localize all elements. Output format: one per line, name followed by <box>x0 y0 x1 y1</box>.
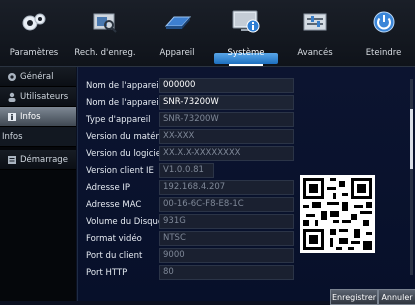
hard-drive-icon <box>162 0 192 44</box>
sidebar-subitem-infos[interactable]: Infos <box>0 127 76 147</box>
tab-eteindre[interactable]: Eteindre <box>352 0 415 66</box>
user-icon <box>4 92 20 102</box>
info-label: Version du logiciel <box>86 148 164 159</box>
device-number-field[interactable]: 000000 <box>159 78 294 93</box>
info-label: Nom de l'appareil <box>86 97 162 108</box>
video-format-value: NTSC <box>159 231 294 246</box>
video-search-icon <box>91 0 119 44</box>
info-row: Version client IE V1.0.0.81 <box>86 163 214 178</box>
info-label: Volume du Disque <box>86 216 164 227</box>
sidebar-item-demarrage[interactable]: Démarrage <box>0 150 76 170</box>
info-row: Adresse IP 192.168.4.207 <box>86 180 294 195</box>
active-tab-underline <box>229 64 263 66</box>
qr-code <box>300 175 375 253</box>
client-port-value: 9000 <box>159 248 294 263</box>
info-row: Version du matériel XX-XXX <box>86 129 294 144</box>
info-row: Type d'appareil SNR-73200W <box>86 112 294 127</box>
info-row: Nom de l'appareil 000000 <box>86 78 294 93</box>
sidebar-item-utilisateurs[interactable]: Utilisateurs <box>0 87 76 107</box>
tab-label: Eteindre <box>365 48 402 58</box>
tab-label: Appareil <box>159 48 195 58</box>
software-version-value: XX.X.X-XXXXXXXX <box>159 146 294 161</box>
hardware-version-value: XX-XXX <box>159 129 294 144</box>
mac-address-value: 00-16-6C-F8-E8-1C <box>159 197 294 212</box>
info-row: Volume du Disque 931G <box>86 214 294 229</box>
sidebar-item-label: Utilisateurs <box>20 91 69 102</box>
device-name-field[interactable]: SNR-73200W <box>159 95 294 110</box>
gear-small-icon <box>4 72 20 82</box>
info-icon <box>4 112 20 122</box>
tab-label: Avancés <box>297 48 333 58</box>
sidebar-item-label: Infos <box>20 111 41 122</box>
advanced-settings-icon <box>301 0 329 44</box>
info-row: Port HTTP 80 <box>86 265 294 280</box>
power-icon <box>372 0 396 44</box>
info-label: Nom de l'appareil <box>86 80 162 91</box>
sidebar-item-label: Démarrage <box>20 154 68 165</box>
tab-label: Paramètres <box>9 48 59 58</box>
log-icon <box>4 155 20 165</box>
tab-parametres[interactable]: Paramètres <box>0 0 68 66</box>
sidebar: Général Utilisateurs Infos Infos Démarra… <box>0 67 76 301</box>
disk-volume-value: 931G <box>159 214 294 229</box>
sidebar-item-label: Infos <box>2 131 23 142</box>
system-info-icon <box>231 0 261 44</box>
sidebar-item-general[interactable]: Général <box>0 67 76 87</box>
tab-label: Système <box>227 48 265 58</box>
ip-address-value: 192.168.4.207 <box>159 180 294 195</box>
info-row: Nom de l'appareil SNR-73200W <box>86 95 294 110</box>
cancel-button[interactable]: Annuler <box>378 289 415 305</box>
device-type-value: SNR-73200W <box>159 112 294 127</box>
info-row: Adresse MAC 00-16-6C-F8-E8-1C <box>86 197 294 212</box>
scrollbar-thumb[interactable] <box>410 109 413 169</box>
top-toolbar: Paramètres Rech. d'enreg. Appareil Systè… <box>0 0 415 67</box>
info-label: Adresse MAC <box>86 199 142 210</box>
info-label: Type d'appareil <box>86 114 151 125</box>
tab-label: Rech. d'enreg. <box>74 48 136 58</box>
tab-systeme[interactable]: Système <box>214 0 278 66</box>
tab-avances[interactable]: Avancés <box>280 0 350 66</box>
info-label: Port du client <box>86 250 143 261</box>
gear-icon <box>19 0 49 44</box>
info-row: Port du client 9000 <box>86 248 294 263</box>
sidebar-item-label: Général <box>20 71 54 82</box>
tab-appareil[interactable]: Appareil <box>142 0 212 66</box>
info-label: Port HTTP <box>86 267 128 278</box>
info-label: Version du matériel <box>86 131 169 142</box>
scrollbar[interactable] <box>410 79 413 275</box>
info-panel: Nom de l'appareil 000000 Nom de l'appare… <box>77 67 415 305</box>
info-label: Version client IE <box>86 165 154 176</box>
sidebar-item-infos[interactable]: Infos <box>0 107 76 127</box>
info-row: Format vidéo NTSC <box>86 231 294 246</box>
tab-rech-enreg[interactable]: Rech. d'enreg. <box>70 0 140 66</box>
info-row: Version du logiciel XX.X.X-XXXXXXXX <box>86 146 294 161</box>
http-port-value: 80 <box>159 265 294 280</box>
ie-client-version-value: V1.0.0.81 <box>159 163 214 178</box>
save-button[interactable]: Enregistrer <box>330 289 378 305</box>
info-label: Adresse IP <box>86 182 131 193</box>
info-label: Format vidéo <box>86 233 142 244</box>
